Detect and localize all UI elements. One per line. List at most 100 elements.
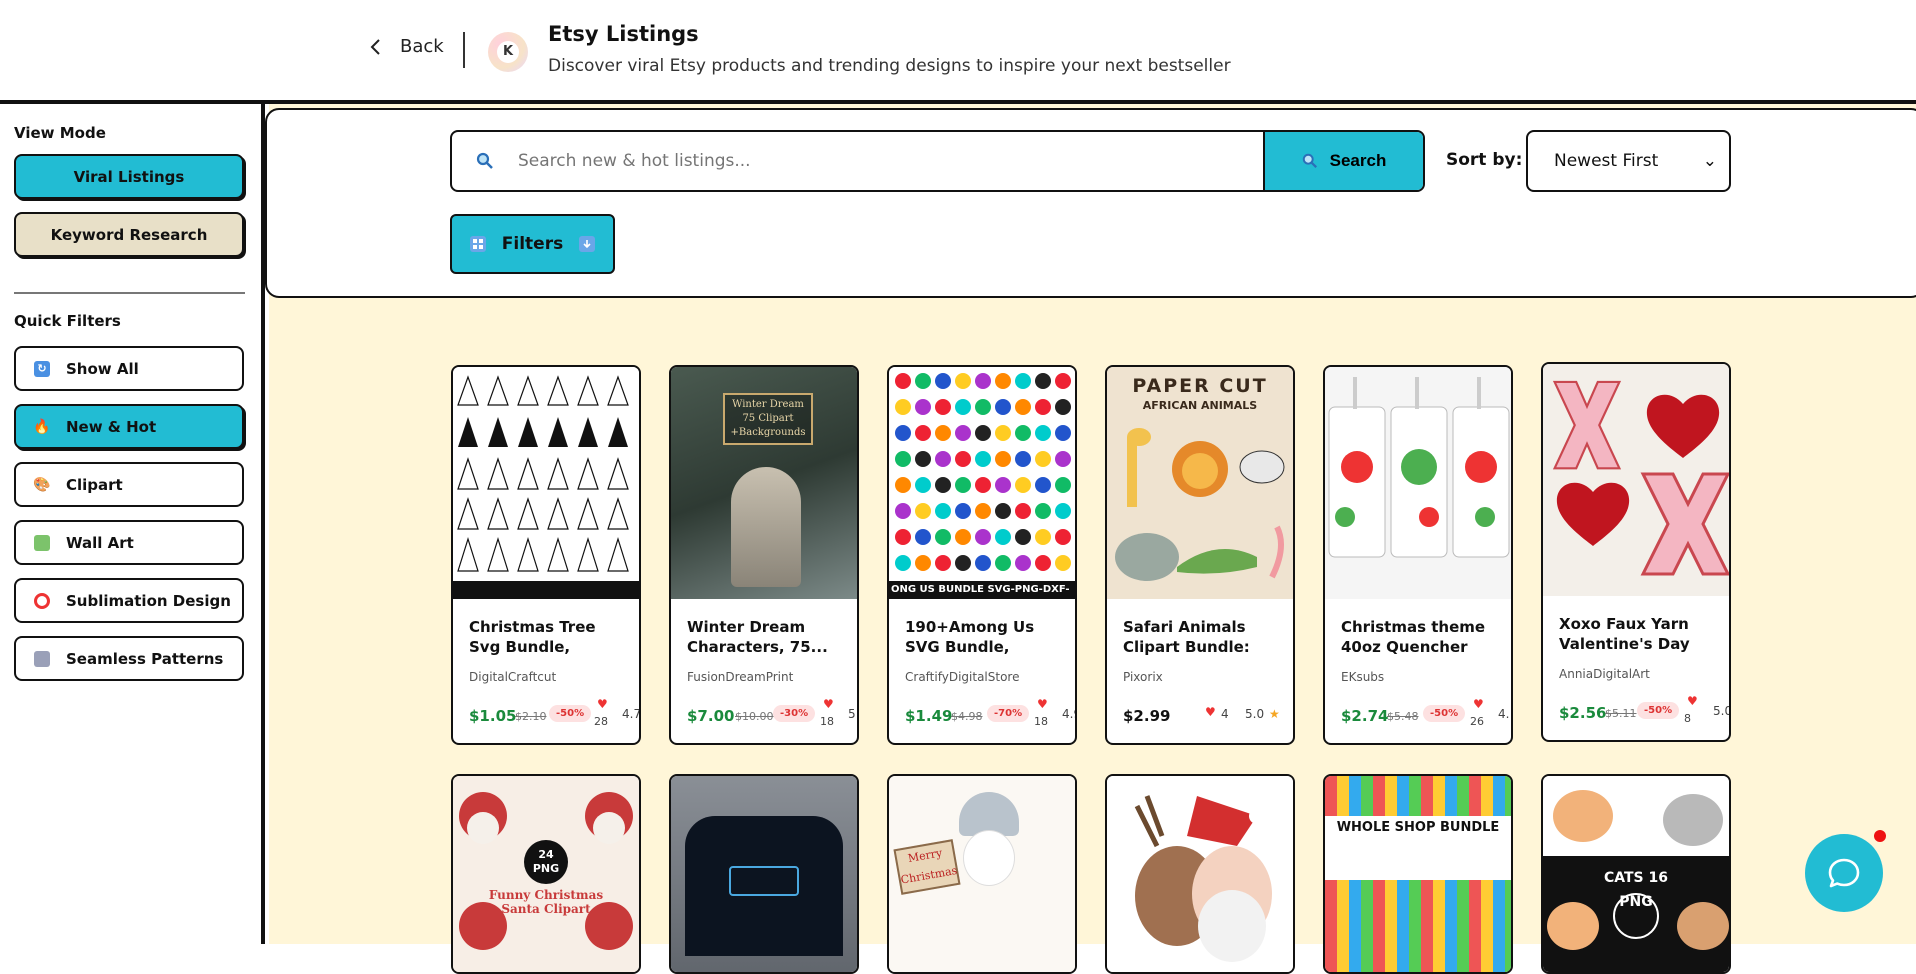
quick-filter-wall-art[interactable]: Wall Art — [14, 520, 244, 565]
listing-price: $1.49 — [905, 707, 953, 725]
listing-price: $2.74 — [1341, 707, 1389, 725]
listing-title: Xoxo Faux Yarn Valentine's Day Png... — [1559, 615, 1690, 653]
heart-icon: ♥ — [1687, 694, 1698, 708]
listing-card[interactable]: Winter Dream 75 Clipart +Backgrounds Win… — [669, 365, 859, 745]
viral-listings-button[interactable]: Viral Listings — [14, 154, 244, 199]
notification-dot — [1874, 830, 1886, 842]
image-banner-text: ONG US BUNDLE SVG-PNG-DXF- — [889, 581, 1075, 599]
discount-badge: -50% — [1423, 705, 1466, 722]
sort-select[interactable]: Newest First ⌄ — [1526, 130, 1731, 192]
listing-image — [1107, 776, 1293, 972]
listing-price: $1.05 — [469, 707, 517, 725]
sort-value: Newest First — [1554, 151, 1659, 171]
listing-card[interactable]: CATS 16 PNG — [1541, 774, 1731, 974]
listing-card[interactable]: WHOLE SHOP BUNDLE — [1323, 774, 1513, 974]
listing-card[interactable]: Christmas theme 40oz Quencher wra... EKs… — [1323, 365, 1513, 745]
arrow-down-icon — [579, 236, 596, 252]
listing-title: Winter Dream Characters, 75... — [687, 618, 828, 656]
keyword-research-button[interactable]: Keyword Research — [14, 212, 244, 257]
listing-price: $2.56 — [1559, 704, 1607, 722]
page-subtitle: Discover viral Etsy products and trendin… — [548, 56, 1231, 76]
listing-image: CATS 16 PNG — [1543, 776, 1729, 972]
image-sign-text: Merry Christmas — [893, 839, 961, 895]
listing-image — [453, 367, 639, 599]
listing-shop: CraftifyDigitalStore — [905, 670, 1020, 684]
logo-letter: K — [497, 41, 519, 63]
search-bar: Search — [450, 130, 1425, 192]
sidebar-divider — [14, 292, 245, 294]
favorites-count: 18 — [1034, 715, 1048, 728]
back-label: Back — [400, 36, 444, 57]
listing-title: Safari Animals Clipart Bundle: Pap... — [1123, 618, 1250, 656]
listing-image: PAPER CUT AFRICAN ANIMALS — [1107, 367, 1293, 599]
pattern-icon — [34, 650, 50, 667]
search-button[interactable]: Search — [1263, 132, 1423, 190]
rating-value: 5.0 — [1713, 704, 1731, 718]
chevron-down-icon: ⌄ — [1702, 151, 1717, 171]
listing-title: Christmas Tree Svg Bundle, Christmas... — [469, 618, 596, 656]
quick-filters-heading: Quick Filters — [14, 312, 121, 330]
quick-filter-sublimation-design[interactable]: Sublimation Design — [14, 578, 244, 623]
listing-card[interactable]: ONG US BUNDLE SVG-PNG-DXF- 190+Among Us … — [887, 365, 1077, 745]
listing-card[interactable]: Christmas Tree Svg Bundle, Christmas... … — [451, 365, 641, 745]
quick-filter-label: Seamless Patterns — [66, 649, 224, 668]
listing-image — [1543, 364, 1729, 596]
header-divider — [463, 32, 465, 68]
favorites-count: 4 — [1221, 707, 1229, 721]
listing-shop: DigitalCraftcut — [469, 670, 557, 684]
quick-filter-seamless-patterns[interactable]: Seamless Patterns — [14, 636, 244, 681]
grid-icon — [469, 236, 486, 252]
listing-image: Winter Dream 75 Clipart +Backgrounds — [671, 367, 857, 599]
favorites-count: 18 — [820, 715, 834, 728]
search-icon — [1302, 153, 1317, 169]
quick-filter-clipart[interactable]: 🎨 Clipart — [14, 462, 244, 507]
image-badge-text: 24 PNG — [532, 848, 560, 875]
listing-card[interactable] — [669, 774, 859, 974]
refresh-icon: ↻ — [34, 360, 50, 377]
quick-filter-label: Wall Art — [66, 533, 134, 552]
favorites-count: 8 — [1684, 712, 1691, 725]
listing-image: ONG US BUNDLE SVG-PNG-DXF- — [889, 367, 1075, 599]
listing-image: Merry Christmas — [889, 776, 1075, 972]
listing-old-price: $10.00 — [735, 710, 774, 723]
sidebar: View Mode Viral Listings Keyword Researc… — [0, 104, 265, 944]
page-title: Etsy Listings — [548, 22, 699, 46]
image-overlay-text: Winter Dream 75 Clipart +Backgrounds — [723, 393, 813, 445]
listing-image: WHOLE SHOP BUNDLE — [1325, 776, 1511, 972]
quick-filter-show-all[interactable]: ↻ Show All — [14, 346, 244, 391]
chat-button[interactable] — [1805, 834, 1883, 912]
target-icon — [34, 592, 50, 609]
listing-title: Christmas theme 40oz Quencher wra... — [1341, 618, 1486, 656]
listing-title: 190+Among Us SVG Bundle, Birthday... — [905, 618, 1035, 656]
listing-card[interactable]: 24 PNG Funny Christmas Santa Clipart — [451, 774, 641, 974]
search-input[interactable] — [496, 151, 1263, 171]
palette-icon: 🎨 — [33, 476, 51, 493]
fire-icon: 🔥 — [33, 418, 51, 435]
listing-old-price: $5.11 — [1605, 707, 1637, 720]
heart-icon: ♥ — [1205, 705, 1216, 719]
image-caption-text: Funny Christmas Santa Clipart — [488, 888, 604, 916]
rating-value: 4.9 — [1062, 707, 1075, 721]
discount-badge: -50% — [1637, 702, 1680, 719]
listing-shop: Pixorix — [1123, 670, 1163, 684]
search-icon — [474, 150, 496, 172]
listing-old-price: $4.98 — [951, 710, 983, 723]
listing-card[interactable]: Xoxo Faux Yarn Valentine's Day Png... An… — [1541, 362, 1731, 742]
quick-filter-label: Show All — [66, 359, 139, 378]
favorites-count: 26 — [1470, 715, 1484, 728]
picture-icon — [34, 534, 50, 551]
star-icon: ★ — [1269, 707, 1280, 721]
listing-card[interactable] — [1105, 774, 1295, 974]
quick-filter-new-hot[interactable]: 🔥 New & Hot — [14, 404, 244, 449]
discount-badge: -50% — [549, 705, 592, 722]
back-button[interactable]: Back — [366, 36, 444, 57]
filters-button[interactable]: Filters — [450, 214, 615, 274]
listing-old-price: $5.48 — [1387, 710, 1419, 723]
heart-icon: ♥ — [1473, 697, 1484, 711]
quick-filter-label: New & Hot — [66, 417, 157, 436]
listing-card[interactable]: Merry Christmas — [887, 774, 1077, 974]
rating-value: 4. — [1498, 707, 1510, 721]
listing-price: $2.99 — [1123, 707, 1171, 725]
listing-card[interactable]: PAPER CUT AFRICAN ANIMALS Safari Animals… — [1105, 365, 1295, 745]
view-mode-heading: View Mode — [14, 124, 106, 142]
